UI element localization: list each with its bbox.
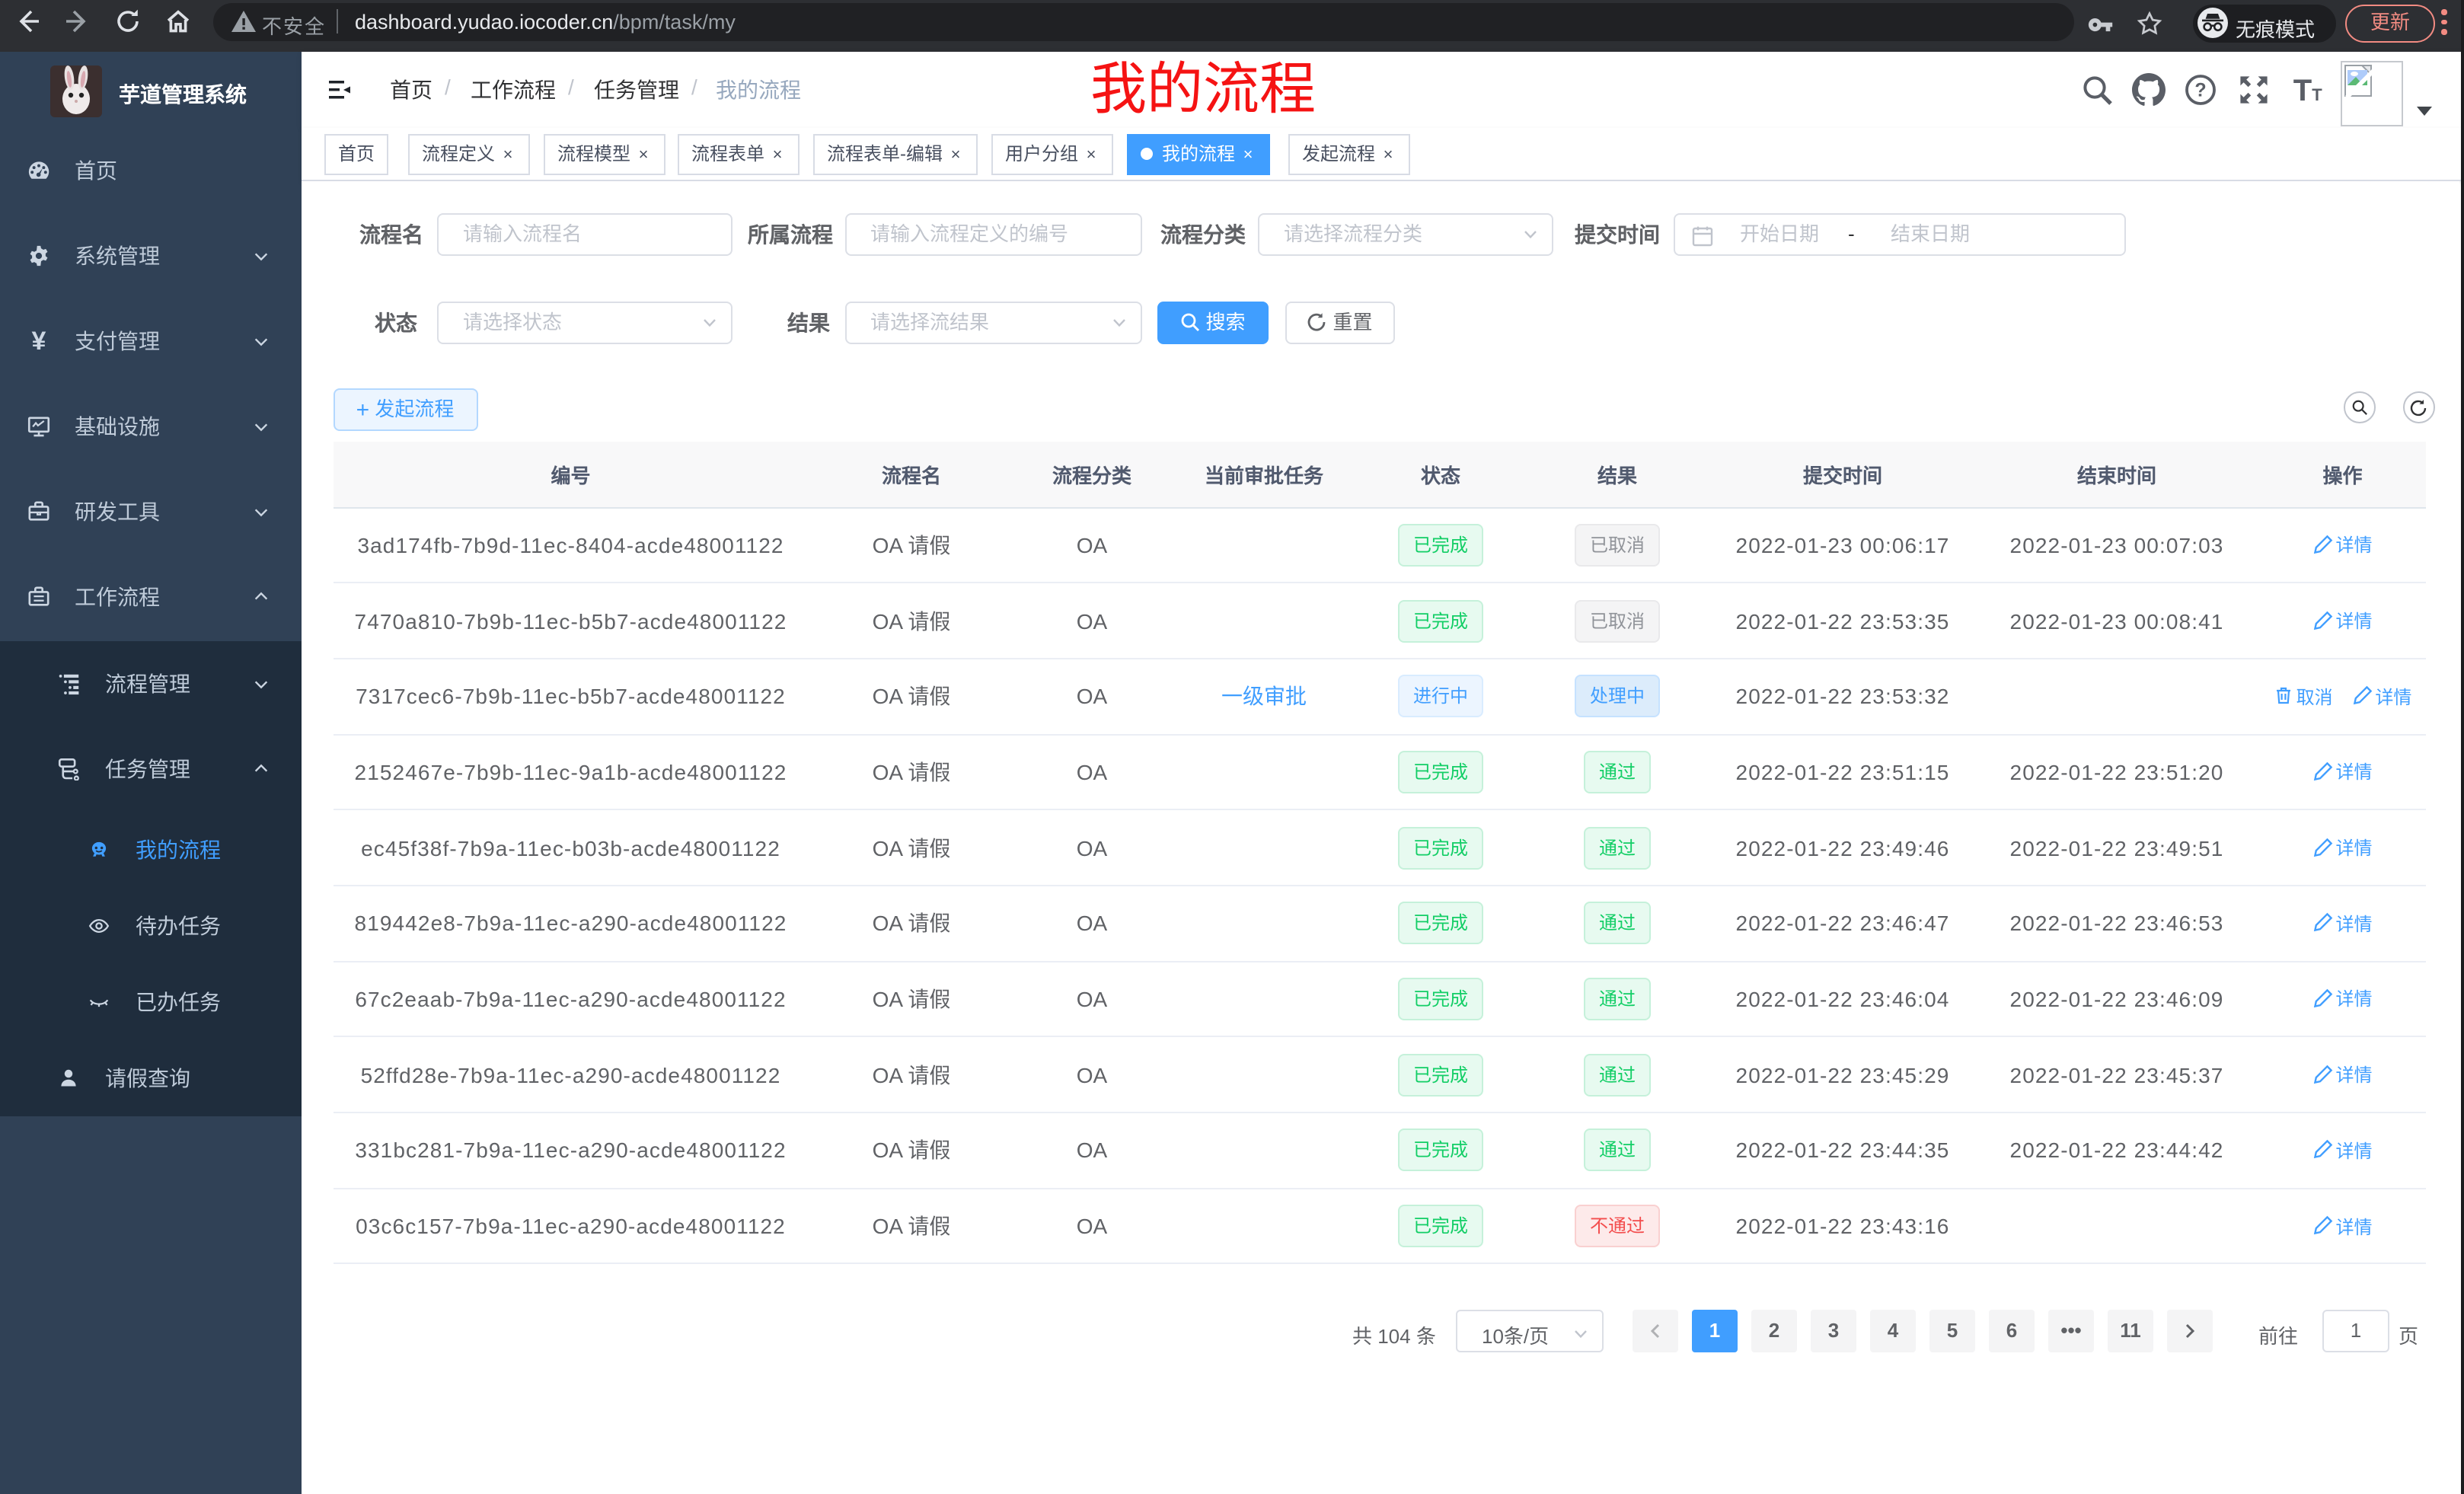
svg-text:?: ? (2194, 80, 2206, 101)
svg-text:T: T (2293, 74, 2312, 107)
svg-text:T: T (2312, 85, 2322, 104)
